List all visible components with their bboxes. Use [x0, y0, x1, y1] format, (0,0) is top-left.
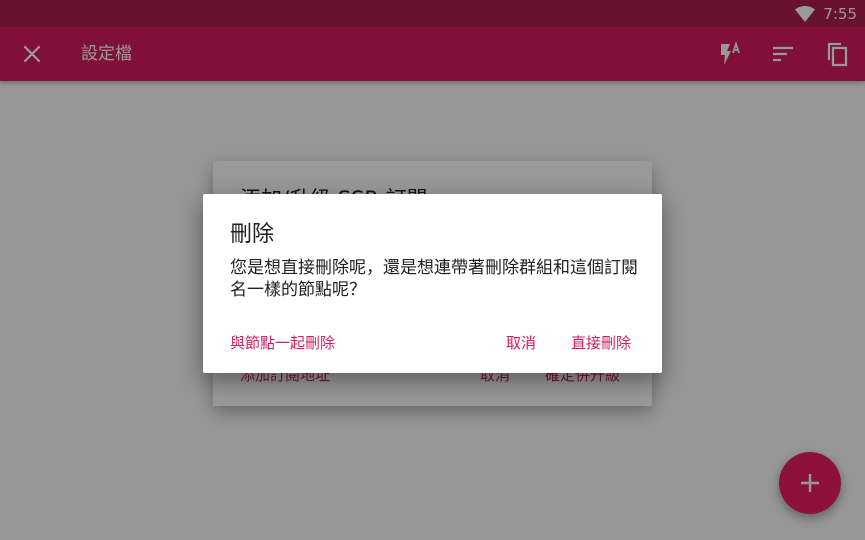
delete-directly-button[interactable]: 直接刪除	[571, 332, 631, 353]
delete-dialog: 刪除 您是想直接刪除呢，還是想連帶著刪除群組和這個訂閱名一樣的節點呢？ 與節點一…	[203, 194, 662, 373]
dialog-message: 您是想直接刪除呢，還是想連帶著刪除群組和這個訂閱名一樣的節點呢？	[230, 258, 638, 300]
cancel-button[interactable]: 取消	[506, 332, 536, 353]
delete-with-nodes-button[interactable]: 與節點一起刪除	[230, 332, 335, 353]
dialog-title: 刪除	[230, 222, 275, 247]
